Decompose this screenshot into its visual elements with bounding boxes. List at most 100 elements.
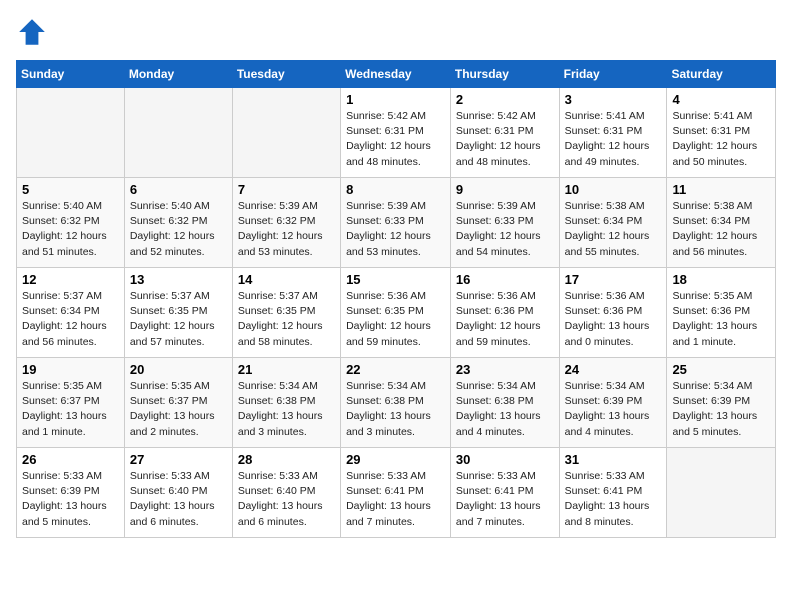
calendar-cell: 20 Sunrise: 5:35 AMSunset: 6:37 PMDayligh… bbox=[124, 358, 232, 448]
day-info: Sunrise: 5:33 AMSunset: 6:41 PMDaylight:… bbox=[565, 469, 662, 530]
page-header bbox=[16, 16, 776, 48]
day-number: 25 bbox=[672, 362, 770, 377]
day-number: 15 bbox=[346, 272, 445, 287]
calendar-cell: 13 Sunrise: 5:37 AMSunset: 6:35 PMDayligh… bbox=[124, 268, 232, 358]
day-info: Sunrise: 5:35 AMSunset: 6:37 PMDaylight:… bbox=[130, 379, 227, 440]
day-number: 29 bbox=[346, 452, 445, 467]
calendar-cell: 5Sunrise: 5:40 AMSunset: 6:32 PMDaylight… bbox=[17, 178, 125, 268]
calendar-cell: 29 Sunrise: 5:33 AMSunset: 6:41 PMDayligh… bbox=[341, 448, 451, 538]
calendar-cell: 17 Sunrise: 5:36 AMSunset: 6:36 PMDayligh… bbox=[559, 268, 667, 358]
day-info: Sunrise: 5:39 AMSunset: 6:32 PMDaylight:… bbox=[238, 199, 335, 260]
day-number: 12 bbox=[22, 272, 119, 287]
day-info: Sunrise: 5:42 AMSunset: 6:31 PMDaylight:… bbox=[456, 109, 554, 170]
weekday-header-wednesday: Wednesday bbox=[341, 61, 451, 88]
calendar-cell: 12 Sunrise: 5:37 AMSunset: 6:34 PMDayligh… bbox=[17, 268, 125, 358]
day-number: 7 bbox=[238, 182, 335, 197]
day-info: Sunrise: 5:33 AMSunset: 6:39 PMDaylight:… bbox=[22, 469, 119, 530]
day-number: 31 bbox=[565, 452, 662, 467]
day-number: 11 bbox=[672, 182, 770, 197]
day-number: 20 bbox=[130, 362, 227, 377]
calendar-cell: 15 Sunrise: 5:36 AMSunset: 6:35 PMDayligh… bbox=[341, 268, 451, 358]
calendar-table: SundayMondayTuesdayWednesdayThursdayFrid… bbox=[16, 60, 776, 538]
calendar-cell: 28 Sunrise: 5:33 AMSunset: 6:40 PMDayligh… bbox=[232, 448, 340, 538]
day-info: Sunrise: 5:41 AMSunset: 6:31 PMDaylight:… bbox=[672, 109, 770, 170]
day-info: Sunrise: 5:34 AMSunset: 6:38 PMDaylight:… bbox=[456, 379, 554, 440]
day-number: 21 bbox=[238, 362, 335, 377]
day-number: 19 bbox=[22, 362, 119, 377]
day-number: 14 bbox=[238, 272, 335, 287]
weekday-header-sunday: Sunday bbox=[17, 61, 125, 88]
day-number: 4 bbox=[672, 92, 770, 107]
calendar-cell: 7 Sunrise: 5:39 AMSunset: 6:32 PMDaylight… bbox=[232, 178, 340, 268]
day-number: 24 bbox=[565, 362, 662, 377]
weekday-header-friday: Friday bbox=[559, 61, 667, 88]
day-info: Sunrise: 5:37 AMSunset: 6:35 PMDaylight:… bbox=[130, 289, 227, 350]
weekday-header-tuesday: Tuesday bbox=[232, 61, 340, 88]
day-number: 10 bbox=[565, 182, 662, 197]
day-number: 1 bbox=[346, 92, 445, 107]
day-info: Sunrise: 5:37 AMSunset: 6:34 PMDaylight:… bbox=[22, 289, 119, 350]
calendar-cell: 11 Sunrise: 5:38 AMSunset: 6:34 PMDayligh… bbox=[667, 178, 776, 268]
calendar-cell: 4 Sunrise: 5:41 AMSunset: 6:31 PMDaylight… bbox=[667, 88, 776, 178]
calendar-cell: 27 Sunrise: 5:33 AMSunset: 6:40 PMDayligh… bbox=[124, 448, 232, 538]
day-info: Sunrise: 5:39 AMSunset: 6:33 PMDaylight:… bbox=[456, 199, 554, 260]
calendar-cell: 16 Sunrise: 5:36 AMSunset: 6:36 PMDayligh… bbox=[450, 268, 559, 358]
day-number: 8 bbox=[346, 182, 445, 197]
day-info: Sunrise: 5:36 AMSunset: 6:36 PMDaylight:… bbox=[456, 289, 554, 350]
calendar-cell: 21 Sunrise: 5:34 AMSunset: 6:38 PMDayligh… bbox=[232, 358, 340, 448]
day-number: 26 bbox=[22, 452, 119, 467]
calendar-cell: 14 Sunrise: 5:37 AMSunset: 6:35 PMDayligh… bbox=[232, 268, 340, 358]
day-number: 13 bbox=[130, 272, 227, 287]
calendar-cell bbox=[232, 88, 340, 178]
day-info: Sunrise: 5:41 AMSunset: 6:31 PMDaylight:… bbox=[565, 109, 662, 170]
calendar-cell: 31 Sunrise: 5:33 AMSunset: 6:41 PMDayligh… bbox=[559, 448, 667, 538]
day-info: Sunrise: 5:33 AMSunset: 6:41 PMDaylight:… bbox=[346, 469, 445, 530]
calendar-cell: 6 Sunrise: 5:40 AMSunset: 6:32 PMDaylight… bbox=[124, 178, 232, 268]
calendar-cell: 8 Sunrise: 5:39 AMSunset: 6:33 PMDaylight… bbox=[341, 178, 451, 268]
day-info: Sunrise: 5:34 AMSunset: 6:39 PMDaylight:… bbox=[672, 379, 770, 440]
calendar-cell bbox=[124, 88, 232, 178]
day-info: Sunrise: 5:38 AMSunset: 6:34 PMDaylight:… bbox=[672, 199, 770, 260]
weekday-header-monday: Monday bbox=[124, 61, 232, 88]
calendar-cell: 18 Sunrise: 5:35 AMSunset: 6:36 PMDayligh… bbox=[667, 268, 776, 358]
day-info: Sunrise: 5:40 AMSunset: 6:32 PMDaylight:… bbox=[22, 199, 119, 260]
day-info: Sunrise: 5:35 AMSunset: 6:36 PMDaylight:… bbox=[672, 289, 770, 350]
calendar-cell bbox=[667, 448, 776, 538]
day-info: Sunrise: 5:33 AMSunset: 6:40 PMDaylight:… bbox=[238, 469, 335, 530]
day-info: Sunrise: 5:40 AMSunset: 6:32 PMDaylight:… bbox=[130, 199, 227, 260]
day-number: 30 bbox=[456, 452, 554, 467]
day-info: Sunrise: 5:34 AMSunset: 6:39 PMDaylight:… bbox=[565, 379, 662, 440]
day-info: Sunrise: 5:42 AMSunset: 6:31 PMDaylight:… bbox=[346, 109, 445, 170]
calendar-cell: 24 Sunrise: 5:34 AMSunset: 6:39 PMDayligh… bbox=[559, 358, 667, 448]
day-info: Sunrise: 5:39 AMSunset: 6:33 PMDaylight:… bbox=[346, 199, 445, 260]
calendar-cell: 30Sunrise: 5:33 AMSunset: 6:41 PMDayligh… bbox=[450, 448, 559, 538]
calendar-cell: 22Sunrise: 5:34 AMSunset: 6:38 PMDayligh… bbox=[341, 358, 451, 448]
calendar-cell: 1 Sunrise: 5:42 AMSunset: 6:31 PMDaylight… bbox=[341, 88, 451, 178]
day-info: Sunrise: 5:37 AMSunset: 6:35 PMDaylight:… bbox=[238, 289, 335, 350]
logo bbox=[16, 16, 52, 48]
weekday-header-thursday: Thursday bbox=[450, 61, 559, 88]
day-number: 16 bbox=[456, 272, 554, 287]
calendar-cell: 3Sunrise: 5:41 AMSunset: 6:31 PMDaylight… bbox=[559, 88, 667, 178]
calendar-cell: 23Sunrise: 5:34 AMSunset: 6:38 PMDayligh… bbox=[450, 358, 559, 448]
day-info: Sunrise: 5:35 AMSunset: 6:37 PMDaylight:… bbox=[22, 379, 119, 440]
day-info: Sunrise: 5:38 AMSunset: 6:34 PMDaylight:… bbox=[565, 199, 662, 260]
day-number: 2 bbox=[456, 92, 554, 107]
calendar-cell: 9 Sunrise: 5:39 AMSunset: 6:33 PMDaylight… bbox=[450, 178, 559, 268]
day-info: Sunrise: 5:36 AMSunset: 6:36 PMDaylight:… bbox=[565, 289, 662, 350]
calendar-cell: 10 Sunrise: 5:38 AMSunset: 6:34 PMDayligh… bbox=[559, 178, 667, 268]
day-info: Sunrise: 5:33 AMSunset: 6:40 PMDaylight:… bbox=[130, 469, 227, 530]
day-number: 18 bbox=[672, 272, 770, 287]
calendar-cell: 2 Sunrise: 5:42 AMSunset: 6:31 PMDaylight… bbox=[450, 88, 559, 178]
weekday-header-saturday: Saturday bbox=[667, 61, 776, 88]
calendar-cell: 19 Sunrise: 5:35 AMSunset: 6:37 PMDayligh… bbox=[17, 358, 125, 448]
day-info: Sunrise: 5:34 AMSunset: 6:38 PMDaylight:… bbox=[238, 379, 335, 440]
day-info: Sunrise: 5:36 AMSunset: 6:35 PMDaylight:… bbox=[346, 289, 445, 350]
day-number: 6 bbox=[130, 182, 227, 197]
calendar-cell bbox=[17, 88, 125, 178]
day-number: 9 bbox=[456, 182, 554, 197]
logo-icon bbox=[16, 16, 48, 48]
day-number: 27 bbox=[130, 452, 227, 467]
day-number: 28 bbox=[238, 452, 335, 467]
day-number: 17 bbox=[565, 272, 662, 287]
